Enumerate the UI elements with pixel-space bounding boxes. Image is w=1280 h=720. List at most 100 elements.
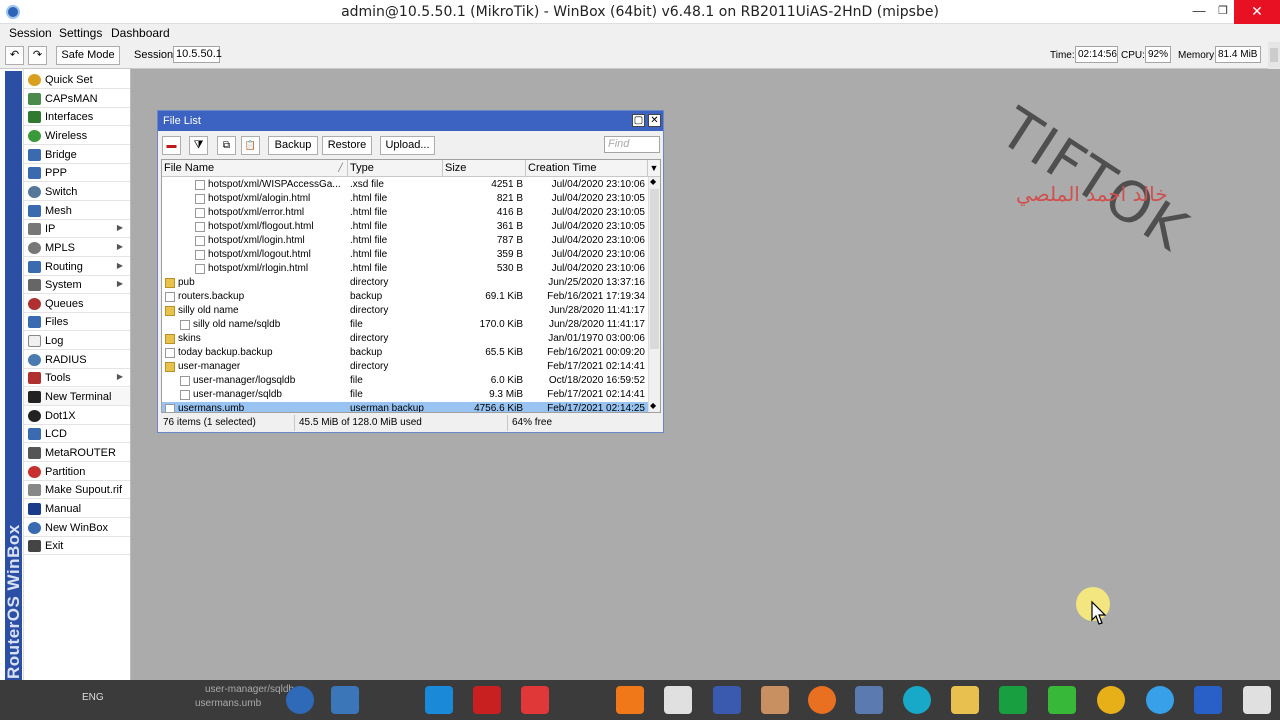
scroll-up-icon[interactable]: ◆ xyxy=(650,177,656,186)
scroll-down-icon[interactable]: ◆ xyxy=(650,401,656,410)
table-row[interactable]: pub directory Jun/25/2020 13:37:16 xyxy=(162,276,648,290)
anydesk-icon[interactable] xyxy=(521,686,549,714)
menu-dashboard[interactable]: Dashboard xyxy=(111,26,170,40)
menu-item-lcd[interactable]: LCD xyxy=(24,425,130,444)
table-row[interactable]: hotspot/xml/rlogin.html .html file 530 B Ju… xyxy=(162,262,648,276)
table-row[interactable]: usermans.umb userman backup 4756.6 KiB Feb/… xyxy=(162,402,648,412)
restore-button[interactable]: Restore xyxy=(322,136,372,155)
menu-item-routing[interactable]: Routing ▶ xyxy=(24,258,130,276)
close-window-button[interactable]: ✕ xyxy=(648,114,661,127)
cf-icon[interactable] xyxy=(473,686,501,714)
submenu-arrow-icon: ▶ xyxy=(116,372,123,382)
undo-button[interactable]: ↶ xyxy=(5,46,24,65)
menu-item-system[interactable]: System ▶ xyxy=(24,276,130,295)
pinned-item-1[interactable]: user-manager/sqldb xyxy=(205,684,294,695)
redo-button[interactable]: ↷ xyxy=(28,46,47,65)
session-field[interactable]: 10.5.50.1 xyxy=(173,46,222,63)
col-size[interactable]: Size xyxy=(443,160,526,177)
remove-button[interactable]: ▬ xyxy=(162,136,181,155)
menu-item-manual[interactable]: Manual xyxy=(24,500,130,518)
restore-window-button[interactable]: ▢ xyxy=(632,114,645,127)
menu-item-metarouter[interactable]: MetaROUTER xyxy=(24,444,130,462)
col-type[interactable]: Type xyxy=(348,160,443,177)
safe-mode-button[interactable]: Safe Mode xyxy=(56,46,120,65)
menu-item-make-supout-rif[interactable]: Make Supout.rif xyxy=(24,481,130,500)
menu-item-bridge[interactable]: Bridge xyxy=(24,146,130,164)
table-row[interactable]: hotspot/xml/flogout.html .html file 361 B J… xyxy=(162,220,648,234)
menu-item-new-terminal[interactable]: New Terminal xyxy=(24,388,130,407)
table-row[interactable]: today backup.backup backup 65.5 KiB Feb/16/… xyxy=(162,346,648,360)
table-row[interactable]: user-manager/logsqldb file 6.0 KiB Oct/18/2… xyxy=(162,374,648,388)
upload-button[interactable]: Upload... xyxy=(380,136,435,155)
winbox-side-strip: RouterOS WinBox xyxy=(0,69,24,680)
col-file-name[interactable]: File Name ╱ xyxy=(162,160,348,177)
menu-settings[interactable]: Settings xyxy=(59,26,102,40)
file-list-titlebar[interactable]: File List ▢ ✕ xyxy=(158,111,663,131)
table-row[interactable]: silly old name directory Jun/28/2020 11:41… xyxy=(162,304,648,318)
close-button[interactable]: ✕ xyxy=(1234,0,1280,24)
windows-icon[interactable] xyxy=(1243,686,1271,714)
pinned-item-2[interactable]: usermans.umb xyxy=(195,698,261,709)
language-indicator[interactable]: ENG xyxy=(82,692,104,703)
menu-item-dot1x[interactable]: Dot1X xyxy=(24,407,130,425)
window-icon[interactable] xyxy=(664,686,692,714)
menu-item-queues[interactable]: Queues xyxy=(24,295,130,313)
table-row[interactable]: user-manager/sqldb file 9.3 MiB Feb/17/2021… xyxy=(162,388,648,402)
table-row[interactable]: skins directory Jan/01/1970 03:00:06 xyxy=(162,332,648,346)
menu-item-partition[interactable]: Partition xyxy=(24,463,130,481)
table-row[interactable]: routers.backup backup 69.1 KiB Feb/16/2021 … xyxy=(162,290,648,304)
folder-icon[interactable] xyxy=(951,686,979,714)
paste-button[interactable]: 📋 xyxy=(241,136,260,155)
backup-button[interactable]: Backup xyxy=(268,136,318,155)
menu-item-exit[interactable]: Exit xyxy=(24,537,130,556)
columns-menu-icon[interactable]: ▼ xyxy=(648,160,660,177)
menu-item-label: Mesh xyxy=(45,204,72,217)
menu-item-radius[interactable]: RADIUS xyxy=(24,351,130,369)
table-scrollbar[interactable]: ◆ ◆ xyxy=(648,177,660,412)
menu-item-wireless[interactable]: Wireless xyxy=(24,127,130,145)
menu-item-capsman[interactable]: CAPsMAN xyxy=(24,90,130,108)
table-row[interactable]: silly old name/sqldb file 170.0 KiB Jun/28/… xyxy=(162,318,648,332)
col-creation-time[interactable]: Creation Time xyxy=(526,160,648,177)
wifi-icon[interactable] xyxy=(1048,686,1076,714)
excel-icon[interactable] xyxy=(999,686,1027,714)
menu-item-interfaces[interactable]: Interfaces xyxy=(24,108,130,127)
terminal-icon xyxy=(28,391,41,404)
globe-icon[interactable] xyxy=(903,686,931,714)
xampp-icon[interactable] xyxy=(616,686,644,714)
scrollbar[interactable] xyxy=(1268,42,1280,69)
menu-item-ppp[interactable]: PPP xyxy=(24,164,130,183)
table-row[interactable]: hotspot/xml/logout.html .html file 359 B Ju… xyxy=(162,248,648,262)
menu-item-log[interactable]: Log xyxy=(24,332,130,351)
menu-item-mesh[interactable]: Mesh xyxy=(24,202,130,220)
table-row[interactable]: hotspot/xml/alogin.html .html file 821 B Ju… xyxy=(162,192,648,206)
teamviewer-icon[interactable] xyxy=(425,686,453,714)
menu-session[interactable]: Session xyxy=(9,26,52,40)
network-icon[interactable] xyxy=(331,686,359,714)
winbox-icon[interactable] xyxy=(286,686,314,714)
chrome-icon[interactable] xyxy=(1097,686,1125,714)
network-tool-icon[interactable] xyxy=(855,686,883,714)
table-row[interactable]: hotspot/xml/login.html .html file 787 B Jul… xyxy=(162,234,648,248)
menu-item-files[interactable]: Files xyxy=(24,313,130,332)
maximize-button[interactable]: ❐ xyxy=(1210,0,1236,24)
table-row[interactable]: hotspot/xml/error.html .html file 416 B Jul… xyxy=(162,206,648,220)
menu-item-new-winbox[interactable]: New WinBox xyxy=(24,519,130,537)
menu-item-quick-set[interactable]: Quick Set xyxy=(24,71,130,89)
find-input[interactable]: Find xyxy=(604,136,660,153)
menu-item-ip[interactable]: IP ▶ xyxy=(24,220,130,239)
menu-item-mpls[interactable]: MPLS ▶ xyxy=(24,239,130,257)
menu-item-switch[interactable]: Switch xyxy=(24,183,130,201)
photo-icon[interactable] xyxy=(761,686,789,714)
scroll-thumb[interactable] xyxy=(650,189,659,349)
firefox-icon[interactable] xyxy=(808,686,836,714)
filter-button[interactable]: ⧩ xyxy=(189,136,208,155)
table-row[interactable]: user-manager directory Feb/17/2021 02:14:4… xyxy=(162,360,648,374)
table-row[interactable]: hotspot/xml/WISPAccessGa... .xsd file 4251… xyxy=(162,178,648,192)
menu-item-tools[interactable]: Tools ▶ xyxy=(24,369,130,388)
minimize-button[interactable]: — xyxy=(1186,0,1212,24)
computer-icon[interactable] xyxy=(713,686,741,714)
shield-icon[interactable] xyxy=(1194,686,1222,714)
copy-button[interactable]: ⧉ xyxy=(217,136,236,155)
chat-icon[interactable] xyxy=(1146,686,1174,714)
